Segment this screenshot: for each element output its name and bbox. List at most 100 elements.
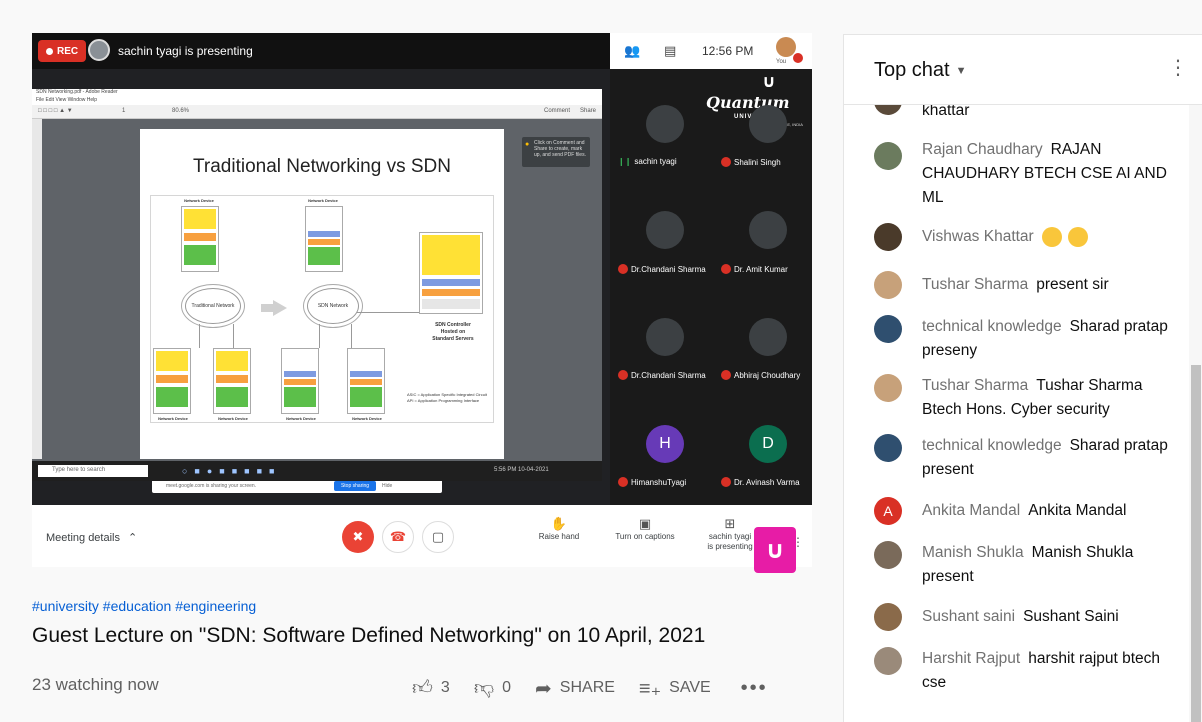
chat-text: khattar — [922, 105, 1174, 123]
label-network-device: Network Device — [218, 416, 248, 421]
chat-author[interactable]: technical knowledge — [922, 318, 1062, 335]
camera-icon: ▢ — [431, 529, 445, 544]
block-open-os — [350, 379, 382, 385]
share-button[interactable]: ➦ SHARE — [535, 676, 615, 701]
participant-name: Dr.Chandani Sharma — [618, 264, 706, 274]
block-network-functionality — [216, 351, 248, 371]
chat-author[interactable]: Vishwas Khattar — [922, 228, 1034, 245]
chat-avatar[interactable] — [874, 603, 902, 631]
participant-avatar — [646, 211, 684, 249]
chat-avatar[interactable] — [874, 541, 902, 569]
chat-avatar[interactable] — [874, 315, 902, 343]
chat-author[interactable]: Ankita Mandal — [922, 502, 1020, 519]
pdf-comment-tab: Comment — [544, 108, 571, 114]
video-actions: 👍︎ 3 👎︎ 0 ➦ SHARE ≡₊ SAVE ••• — [412, 676, 768, 700]
chat-author[interactable]: Manish Shukla — [922, 544, 1024, 561]
meeting-time: 12:56 PM — [702, 44, 754, 58]
raise-hand-button[interactable]: ✋ Raise hand — [537, 517, 581, 542]
chat-author[interactable]: Tushar Sharma — [922, 377, 1028, 394]
api-definition: API = Application Programming Interface — [407, 398, 480, 403]
label-network-device: Network Device — [158, 416, 188, 421]
sdn-device-bottom — [347, 348, 385, 414]
chat-text: Sushant saini Sushant Saini — [922, 605, 1174, 629]
people-icon[interactable]: 👥 — [624, 43, 640, 59]
meet-more-options-icon[interactable]: ⋮ — [792, 535, 804, 549]
participant-name: Dr. Avinash Varma — [721, 477, 800, 487]
participant-avatar: D — [749, 425, 787, 463]
captions-button[interactable]: ▣ Turn on captions — [610, 517, 680, 542]
chat-author[interactable]: Harshit Rajput — [922, 650, 1020, 667]
taskbar-clock: 5:56 PM 10-04-2021 — [494, 467, 549, 473]
chat-text: Manish Shukla Manish Shukla present — [922, 541, 1174, 589]
chat-menu-icon[interactable]: ⋮ — [1168, 55, 1188, 80]
participant-name: Dr. Amit Kumar — [721, 264, 788, 274]
notification-badge — [793, 53, 803, 63]
participant-name: ❙❙ sachin tyagi — [618, 157, 677, 166]
mic-muted-icon — [618, 477, 628, 487]
pdf-zoom: 80.6% — [172, 108, 190, 114]
participant-avatar: H — [646, 425, 684, 463]
chat-icon[interactable]: ▤ — [664, 43, 676, 59]
mic-active-icon: ❙❙ — [618, 157, 632, 166]
chat-text: technical knowledge Sharad pratap preseny — [922, 315, 1174, 363]
block-custom-asic — [184, 245, 216, 265]
chat-author[interactable]: Sushant saini — [922, 608, 1015, 625]
block-open-api — [422, 279, 480, 286]
block-open-api — [308, 231, 340, 237]
camera-button[interactable]: ▢ — [422, 521, 454, 553]
participant-name-text: Dr.Chandani Sharma — [631, 264, 706, 274]
chat-avatar[interactable] — [874, 142, 902, 170]
more-actions-icon[interactable]: ••• — [741, 677, 768, 700]
abbreviations: ASIC = Application Specific Integrated C… — [407, 392, 495, 404]
meeting-details-button[interactable]: Meeting details ⌃ — [46, 531, 137, 545]
top-chat-dropdown[interactable]: Top chat ▼ — [874, 59, 967, 82]
like-button[interactable]: 👍︎ 3 — [412, 676, 450, 700]
video-hashtags[interactable]: #university #education #engineering — [32, 598, 256, 614]
participant-avatar — [749, 318, 787, 356]
block-specific-os — [184, 233, 216, 241]
block-custom-asic — [216, 387, 248, 407]
block-server — [422, 299, 480, 309]
mic-muted-icon — [721, 264, 731, 274]
share-arrow-icon: ➦ — [535, 677, 552, 700]
chat-avatar[interactable] — [874, 647, 902, 675]
hand-wave-emoji-icon — [1067, 226, 1088, 247]
rec-badge: REC — [38, 40, 87, 62]
save-button[interactable]: ≡₊ SAVE — [639, 676, 711, 701]
mic-muted-icon — [618, 370, 628, 380]
chat-avatar[interactable] — [874, 223, 902, 251]
thumbs-up-icon: 👍︎ — [412, 677, 433, 699]
video-player[interactable]: REC sachin tyagi is presenting 👥 ▤ 12:56… — [32, 33, 812, 573]
meet-stage: REC sachin tyagi is presenting 👥 ▤ 12:56… — [32, 33, 812, 505]
chat-text: Rajan Chaudhary RAJAN CHAUDHARY BTECH CSE… — [922, 138, 1174, 210]
label-network-device: Network Device — [308, 198, 338, 203]
dislike-button[interactable]: 👎︎ 0 — [474, 676, 511, 700]
sdn-controller-box — [419, 232, 483, 314]
mic-off-button[interactable]: ✖ — [342, 521, 374, 553]
link-line — [319, 324, 320, 348]
slide-title: Traditional Networking vs SDN — [193, 156, 451, 177]
participant-name: Dr.Chandani Sharma — [618, 370, 706, 380]
chat-avatar[interactable] — [874, 105, 902, 115]
chat-scrollbar-thumb[interactable] — [1191, 365, 1201, 722]
sdn-controller-label: SDN Controller Hosted on Standard Server… — [413, 322, 493, 343]
block-open-os — [284, 379, 316, 385]
chat-message-text: present sir — [1036, 276, 1109, 293]
share-label: SHARE — [559, 679, 615, 696]
participant-avatar — [646, 105, 684, 143]
hide-share-bar-button[interactable]: Hide — [382, 483, 392, 489]
taskbar-app-icons: ○■●■■■■■ — [182, 466, 282, 476]
stop-sharing-button[interactable]: Stop sharing — [334, 481, 376, 491]
meet-top-right-panel: 👥 ▤ 12:56 PM You — [610, 33, 812, 69]
chat-author[interactable]: technical knowledge — [922, 437, 1062, 454]
chat-avatar[interactable] — [874, 271, 902, 299]
presenter-avatar — [88, 39, 110, 61]
chat-avatar[interactable] — [874, 434, 902, 462]
chat-author[interactable]: Tushar Sharma — [922, 276, 1028, 293]
chat-avatar[interactable] — [874, 374, 902, 402]
hang-up-button[interactable]: ☎ — [382, 521, 414, 553]
participant-name-text: sachin tyagi — [634, 157, 677, 166]
present-button[interactable]: ⊞ sachin tyagi is presenting — [704, 517, 756, 552]
chat-avatar[interactable]: A — [874, 497, 902, 525]
chat-author[interactable]: Rajan Chaudhary — [922, 141, 1043, 158]
